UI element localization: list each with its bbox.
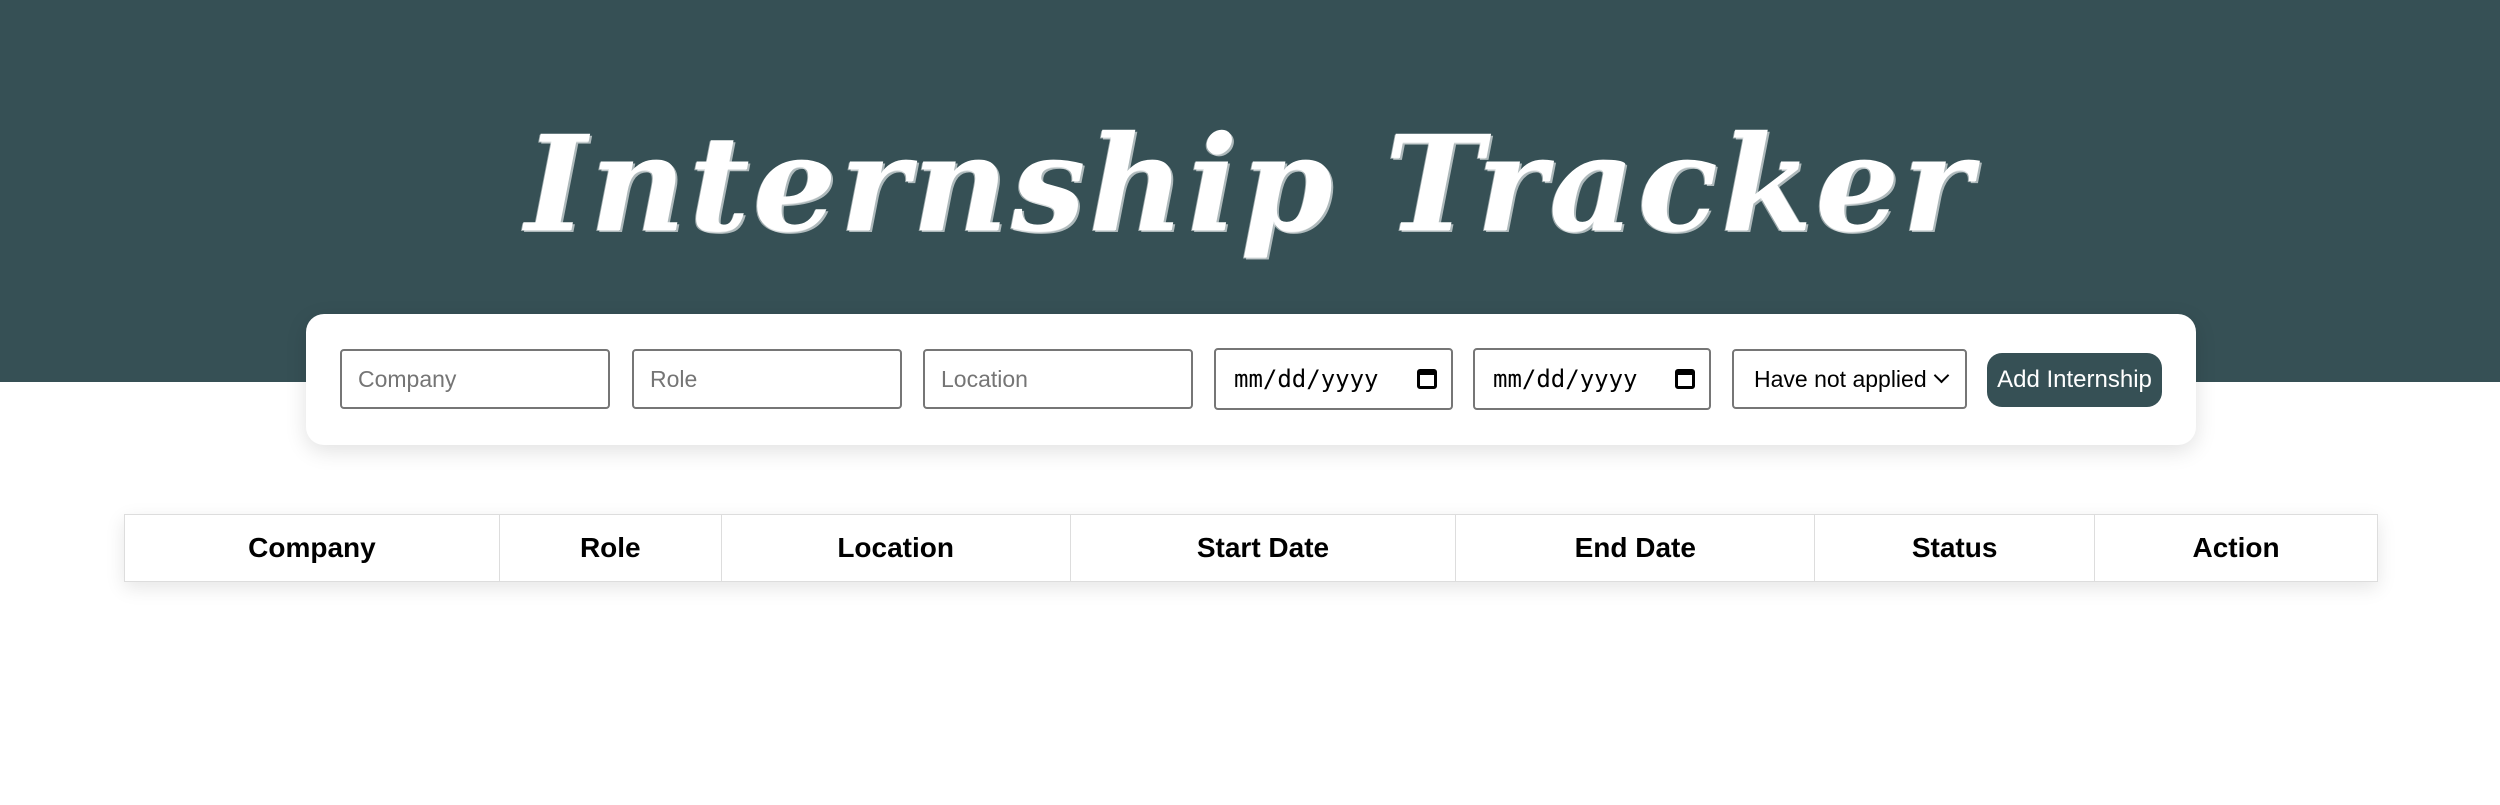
internship-table: Company Role Location Start Date End Dat…: [124, 514, 2378, 582]
add-internship-button[interactable]: Add Internship: [1987, 353, 2162, 407]
column-header-role: Role: [498, 514, 722, 582]
status-select-value: Have not applied: [1754, 365, 1927, 392]
company-input[interactable]: [340, 349, 610, 409]
start-date-input[interactable]: mm/dd/yyyy: [1214, 348, 1453, 410]
calendar-icon[interactable]: [1675, 369, 1695, 389]
column-header-company: Company: [124, 514, 500, 582]
end-date-input[interactable]: mm/dd/yyyy: [1473, 348, 1711, 410]
column-header-end-date: End Date: [1455, 514, 1816, 582]
calendar-icon[interactable]: [1417, 369, 1437, 389]
table-header-row: Company Role Location Start Date End Dat…: [124, 514, 2378, 582]
location-input[interactable]: [923, 349, 1193, 409]
page-title: Internship Tracker: [525, 107, 1975, 262]
column-header-status: Status: [1814, 514, 2096, 582]
chevron-down-icon: [1933, 367, 1950, 384]
start-date-text: mm/dd/yyyy: [1234, 365, 1379, 393]
end-date-text: mm/dd/yyyy: [1493, 365, 1638, 393]
column-header-location: Location: [720, 514, 1071, 582]
status-select[interactable]: Have not applied: [1732, 349, 1967, 409]
column-header-start-date: Start Date: [1069, 514, 1457, 582]
column-header-action: Action: [2094, 514, 2378, 582]
role-input[interactable]: [632, 349, 902, 409]
